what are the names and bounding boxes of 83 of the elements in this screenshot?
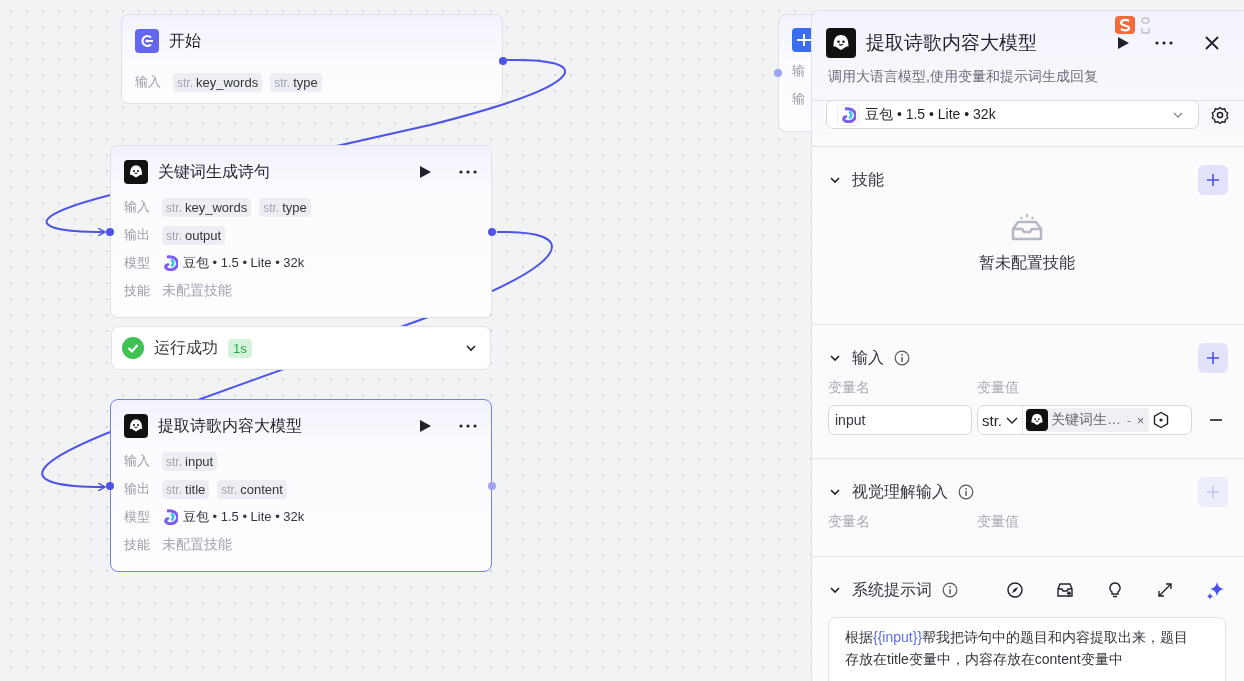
lightbulb-icon[interactable] [1106,581,1124,599]
variable-tag: str. type [259,197,311,217]
model-name: 豆包 • 1.5 • Lite • 32k [183,254,305,272]
column-header: 变量值 [977,379,1020,397]
info-icon[interactable] [958,484,974,500]
model-logo-icon [162,509,178,525]
variable-tag: str. type [270,72,322,92]
node-title: 提取诗歌内容大模型 [158,415,302,436]
type-select[interactable]: str. [982,406,1023,434]
empty-inbox-icon [1009,211,1045,243]
plus-icon [1206,485,1220,499]
node-title: 关键词生成诗句 [158,161,270,182]
model-select[interactable]: 豆包 • 1.5 • Lite • 32k [826,100,1199,129]
variable-value-field[interactable]: str. 关键词生… - × [977,405,1192,435]
compass-icon[interactable] [1006,581,1024,599]
row-label: 模型 [124,508,151,526]
variable-tag: str. key_words [173,72,263,92]
row-value: 未配置技能 [162,536,232,554]
separator-text: - [1126,414,1132,426]
reference-tag[interactable]: 关键词生… - × [1026,408,1150,432]
model-logo-icon [162,255,178,271]
plus-icon [1206,173,1220,187]
model-logo-icon [840,106,856,123]
inbox-upload-icon[interactable] [1056,581,1074,599]
row-label: 模型 [124,254,151,272]
info-icon[interactable] [942,582,958,598]
node-title: 开始 [169,30,201,51]
row-label: 输入 [124,452,151,470]
variable-tag: str. title [162,479,210,499]
port-handle[interactable] [106,482,114,490]
add-button[interactable] [1198,165,1228,195]
variable-tag: str. output [162,225,226,245]
play-icon[interactable] [418,165,432,179]
play-icon[interactable] [418,419,432,433]
port-handle[interactable] [488,228,496,236]
ghost-icon [1026,409,1048,431]
row-label: 输入 [124,198,151,216]
close-icon[interactable] [1204,35,1220,51]
panel-title: 提取诗歌内容大模型 [866,31,1037,55]
row-value: 未配置技能 [162,282,232,300]
section-title: 系统提示词 [852,579,932,600]
port-handle[interactable] [488,482,496,490]
port-handle[interactable] [499,57,507,65]
variable-picker-icon[interactable] [1152,411,1171,429]
port-handle[interactable] [774,69,782,77]
row-label: 输入 [135,73,162,91]
variable-tag: str. input [162,451,218,471]
status-text: 运行成功 [154,337,218,358]
section-title: 输入 [852,347,884,368]
plus-icon [1206,351,1220,365]
section-title: 视觉理解输入 [852,481,948,502]
success-check-icon [122,337,144,359]
expand-icon[interactable] [1156,581,1174,599]
variable-tag: str. key_words [162,197,252,217]
panel-subtitle: 调用大语言模型,使用变量和提示词生成回复 [827,67,1099,86]
reference-text: 关键词生… [1051,411,1121,429]
column-header: 变量名 [828,379,871,397]
ghost-icon [826,28,856,58]
info-icon[interactable] [894,350,910,366]
row-label: 输出 [124,480,151,498]
empty-state-text: 暂未配置技能 [979,253,1075,273]
clear-button[interactable]: × [1136,412,1145,428]
prompt-editor[interactable]: 根据{{input}}帮我把诗句中的题目和内容提取出来，题目存放在title变量中，内容存放在content变量中 [828,617,1226,681]
ghost-icon [124,160,148,184]
column-header: 变量值 [977,513,1020,531]
port-handle[interactable] [106,228,114,236]
add-button[interactable] [1198,343,1228,373]
run-result-bar[interactable]: 运行成功 1s [111,326,491,370]
ghost-icon [124,414,148,438]
settings-icon[interactable] [1211,106,1229,124]
row-label: 输出 [124,226,151,244]
duration-badge: 1s [228,338,252,358]
row-label: 技能 [124,282,151,300]
section-title: 技能 [852,169,884,190]
start-icon [135,29,159,53]
variable-name-field[interactable]: input [828,405,972,435]
row-label: 输 [792,62,806,80]
column-header: 变量名 [828,513,871,531]
variable-tag: str. content [217,479,287,499]
row-label: 输 [792,90,806,108]
play-icon[interactable] [1116,36,1130,50]
model-name: 豆包 • 1.5 • Lite • 32k [183,508,305,526]
row-label: 技能 [124,536,151,554]
